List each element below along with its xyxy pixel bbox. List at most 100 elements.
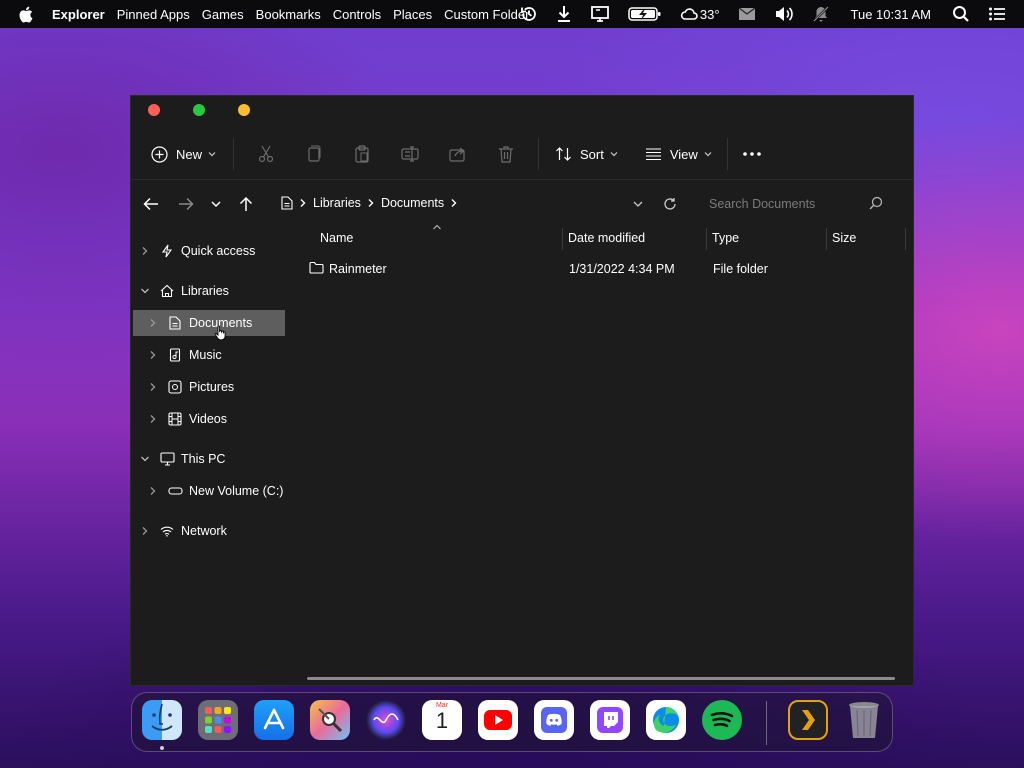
chevron-down-icon xyxy=(610,152,618,157)
sort-button[interactable]: Sort xyxy=(555,138,619,170)
sidebar-label-quick-access: Quick access xyxy=(181,244,256,258)
dock-discord-icon[interactable] xyxy=(534,700,574,740)
dock-youtube-icon[interactable] xyxy=(478,700,518,740)
chevron-right-icon[interactable] xyxy=(147,413,159,425)
cut-icon[interactable] xyxy=(242,138,290,170)
column-header-name[interactable]: Name xyxy=(320,224,560,252)
search-input[interactable]: Search Documents xyxy=(703,192,893,216)
file-row[interactable]: Rainmeter 1/31/2022 4:34 PM File folder xyxy=(307,256,907,282)
weather-cloud-icon[interactable]: 33° xyxy=(680,7,720,22)
search-placeholder: Search Documents xyxy=(709,197,816,211)
dock-calendar-icon[interactable]: Mar 1 xyxy=(422,700,462,740)
battery-charging-icon[interactable] xyxy=(628,6,662,22)
dock-twitch-icon[interactable] xyxy=(590,700,630,740)
menu-app-name[interactable]: Explorer xyxy=(52,7,105,22)
search-icon xyxy=(869,196,883,213)
more-options-icon[interactable] xyxy=(742,138,762,170)
paste-icon[interactable] xyxy=(338,138,386,170)
forward-arrow-icon[interactable] xyxy=(176,194,196,214)
toolbar-divider xyxy=(726,138,728,170)
column-header-size[interactable]: Size xyxy=(832,224,902,252)
sidebar-item-libraries[interactable]: Libraries xyxy=(139,278,291,304)
command-toolbar: New Sort View xyxy=(131,132,913,176)
volume-icon[interactable] xyxy=(774,6,794,22)
menu-pinned-apps[interactable]: Pinned Apps xyxy=(117,7,190,22)
close-window-button[interactable] xyxy=(148,104,160,116)
dock-spotify-icon[interactable] xyxy=(702,700,742,740)
maximize-window-button[interactable] xyxy=(193,104,205,116)
column-separator[interactable] xyxy=(562,228,563,250)
horizontal-scrollbar[interactable] xyxy=(307,677,895,680)
weather-temp: 33° xyxy=(699,6,720,22)
dock-siri-icon[interactable] xyxy=(366,700,406,740)
sidebar-label-videos: Videos xyxy=(189,412,227,426)
refresh-icon[interactable] xyxy=(660,194,680,214)
calendar-day: 1 xyxy=(435,708,449,733)
back-arrow-icon[interactable] xyxy=(141,194,161,214)
breadcrumb-libraries[interactable]: Libraries xyxy=(313,196,361,210)
sort-button-label: Sort xyxy=(580,146,604,162)
menu-bookmarks[interactable]: Bookmarks xyxy=(256,7,321,22)
chevron-right-icon[interactable] xyxy=(139,525,151,537)
sort-icon xyxy=(556,147,571,161)
sidebar-item-videos[interactable]: Videos xyxy=(147,406,299,432)
column-separator[interactable] xyxy=(905,228,906,250)
sidebar-item-this-pc[interactable]: This PC xyxy=(139,446,291,472)
dock-plex-icon[interactable] xyxy=(788,700,828,740)
rename-icon[interactable] xyxy=(386,138,434,170)
dock-edge-icon[interactable] xyxy=(646,700,686,740)
sidebar-item-music[interactable]: Music xyxy=(147,342,299,368)
sidebar-label-music: Music xyxy=(189,348,222,362)
column-header-type[interactable]: Type xyxy=(712,224,824,252)
sidebar-item-pictures[interactable]: Pictures xyxy=(147,374,299,400)
dock-finder-icon[interactable] xyxy=(142,700,182,740)
file-type: File folder xyxy=(713,262,768,276)
minimize-window-button[interactable] xyxy=(238,104,250,116)
toolbar-divider xyxy=(233,138,235,170)
dock-trash-icon[interactable] xyxy=(844,700,884,740)
sidebar-label-new-volume: New Volume (C:) xyxy=(189,484,284,498)
copy-icon[interactable] xyxy=(290,138,338,170)
menu-places[interactable]: Places xyxy=(393,7,432,22)
recent-locations-chevron-icon[interactable] xyxy=(206,194,226,214)
dock-system-tools-icon[interactable] xyxy=(310,700,350,740)
view-button[interactable]: View xyxy=(645,138,713,170)
column-separator[interactable] xyxy=(826,228,827,250)
search-icon[interactable] xyxy=(952,5,970,23)
dock-launchpad-icon[interactable] xyxy=(198,700,238,740)
column-header-date[interactable]: Date modified xyxy=(568,224,703,252)
sidebar-item-new-volume[interactable]: New Volume (C:) xyxy=(147,478,299,504)
chevron-right-icon[interactable] xyxy=(139,245,151,257)
menu-clock[interactable]: Tue 10:31 AM xyxy=(851,7,931,22)
menu-games[interactable]: Games xyxy=(202,7,244,22)
apple-logo-icon[interactable] xyxy=(18,5,34,23)
breadcrumb-documents[interactable]: Documents xyxy=(381,196,444,210)
history-icon[interactable] xyxy=(520,5,538,23)
notifications-off-icon[interactable] xyxy=(812,5,830,23)
download-icon[interactable] xyxy=(556,5,572,23)
address-history-chevron-icon[interactable] xyxy=(628,194,648,214)
display-icon[interactable] xyxy=(590,5,610,23)
delete-icon[interactable] xyxy=(482,138,530,170)
sidebar-item-documents[interactable]: Documents xyxy=(133,310,285,336)
chevron-right-icon[interactable] xyxy=(147,381,159,393)
chevron-right-icon[interactable] xyxy=(147,317,159,329)
chevron-right-icon[interactable] xyxy=(147,485,159,497)
sidebar-item-quick-access[interactable]: Quick access xyxy=(139,238,291,264)
chevron-down-icon[interactable] xyxy=(139,285,151,297)
file-date: 1/31/2022 4:34 PM xyxy=(569,262,675,276)
up-arrow-icon[interactable] xyxy=(236,194,256,214)
dock-app-store-icon[interactable] xyxy=(254,700,294,740)
column-separator[interactable] xyxy=(706,228,707,250)
drive-icon xyxy=(167,483,183,499)
document-icon xyxy=(281,196,293,210)
menu-controls[interactable]: Controls xyxy=(333,7,381,22)
new-button[interactable]: New xyxy=(151,138,217,170)
share-icon[interactable] xyxy=(434,138,482,170)
chevron-right-icon[interactable] xyxy=(147,349,159,361)
column-header-date-label: Date modified xyxy=(568,231,646,245)
control-center-icon[interactable] xyxy=(988,6,1006,22)
chevron-down-icon[interactable] xyxy=(139,453,151,465)
sidebar-item-network[interactable]: Network xyxy=(139,518,291,544)
mail-icon[interactable] xyxy=(738,7,756,21)
